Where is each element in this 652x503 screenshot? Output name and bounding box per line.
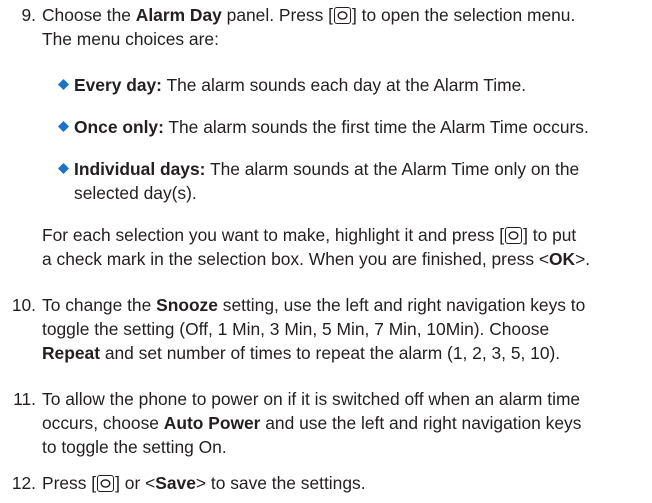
panel-name: Alarm Day [135, 5, 222, 25]
setting-name: Auto Power [163, 413, 261, 433]
diamond-bullet-icon [58, 163, 69, 174]
select-key-icon [97, 475, 115, 492]
step-number: 11. [13, 389, 36, 409]
option-term: Individual days: [74, 159, 206, 179]
option-term: Every day: [74, 75, 162, 95]
option-term: Once only: [74, 117, 164, 137]
select-key-icon [505, 227, 523, 244]
select-key-icon [333, 7, 351, 24]
step-number: 10. [11, 295, 36, 315]
step-number: 9. [21, 5, 36, 25]
step-paragraph: For each selection you want to make, hig… [42, 225, 591, 269]
softkey-save: Save [155, 473, 196, 493]
step-text: Press [] or <Save> to save the settings. [42, 473, 366, 493]
diamond-bullet-icon [58, 121, 69, 132]
diamond-bullet-icon [58, 79, 69, 90]
step-text: To change the Snooze setting, use the le… [42, 295, 586, 363]
softkey-ok: OK [549, 249, 576, 269]
step-number: 12. [11, 473, 36, 493]
step-text: To allow the phone to power on if it is … [42, 389, 582, 457]
step-line: Choose the Alarm Day panel. Press [] to … [42, 5, 576, 25]
setting-name: Repeat [42, 343, 100, 363]
step-text: Choose the Alarm Day panel. Press [] to … [42, 3, 652, 51]
step-line: The menu choices are: [42, 29, 219, 49]
manual-page: 9. Choose the Alarm Day panel. Press [] … [0, 0, 652, 503]
setting-name: Snooze [156, 295, 218, 315]
